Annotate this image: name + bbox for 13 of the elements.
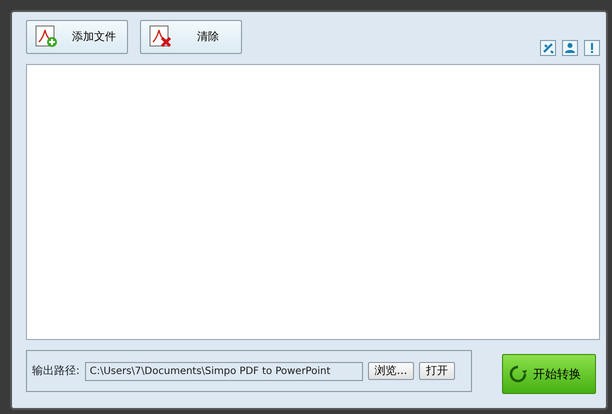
clear-button[interactable]: 清除 [140,20,242,54]
exclamation-button[interactable] [584,40,600,56]
user-icon [563,41,577,55]
output-path-label: 输出路径: [32,362,80,379]
pdf-delete-icon [149,25,173,49]
user-button[interactable] [562,40,578,56]
add-file-button[interactable]: 添加文件 [26,20,128,54]
start-convert-button[interactable]: 开始转换 [502,354,596,394]
browse-button[interactable]: 浏览... [368,362,414,380]
refresh-icon [509,365,527,383]
output-path-field[interactable]: C:\Users\7\Documents\Simpo PDF to PowerPoint [84,362,363,380]
open-button[interactable]: 打开 [419,362,456,380]
pdf-add-icon [35,25,59,49]
